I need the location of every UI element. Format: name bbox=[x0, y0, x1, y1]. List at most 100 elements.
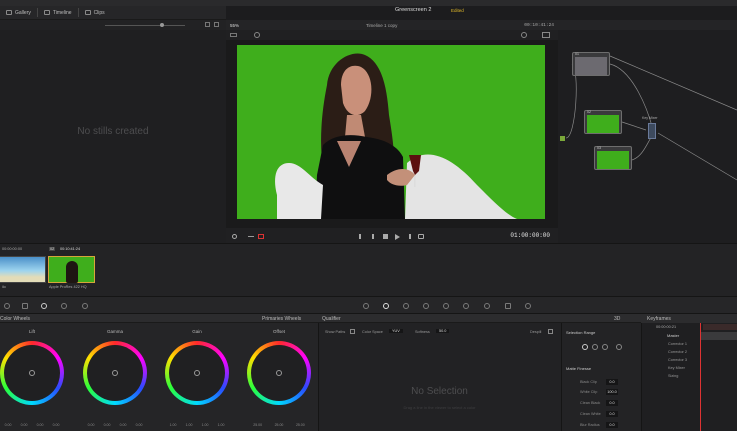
wheels-mode[interactable]: Primaries Wheels bbox=[262, 316, 301, 322]
tab-timeline[interactable]: Timeline bbox=[38, 6, 78, 20]
node-editor[interactable]: 01 02 03 Key Mixer bbox=[558, 30, 737, 243]
fullscreen-icon[interactable] bbox=[542, 32, 550, 38]
gain-wheel[interactable] bbox=[165, 341, 229, 405]
key-mixer-node[interactable] bbox=[648, 123, 656, 139]
magic-mask-icon[interactable] bbox=[443, 303, 449, 309]
loop-icon[interactable] bbox=[418, 234, 424, 239]
motion-effects-icon[interactable] bbox=[82, 303, 88, 309]
gamma-wheel[interactable] bbox=[83, 341, 147, 405]
clip1-timecode: 00:00:00:00 bbox=[2, 247, 23, 251]
color-wheels-icon[interactable] bbox=[41, 303, 47, 309]
viewer-image[interactable] bbox=[237, 45, 545, 219]
keyframe-playhead[interactable] bbox=[700, 323, 701, 431]
gallery-tab-bar: Gallery Timeline Clips bbox=[0, 6, 226, 20]
invert-icon[interactable] bbox=[616, 344, 622, 350]
list-view-icon[interactable] bbox=[214, 22, 219, 27]
color-wheels-header: Color Wheels Primaries Wheels bbox=[0, 314, 318, 323]
3d-icon[interactable] bbox=[525, 303, 531, 309]
sizing-icon[interactable] bbox=[505, 303, 511, 309]
node-thumbnail bbox=[575, 57, 607, 75]
wheel-center[interactable] bbox=[194, 370, 200, 376]
timeline-name[interactable]: Timeline 1 copy bbox=[366, 23, 397, 28]
stop-icon[interactable] bbox=[383, 234, 388, 239]
camera-raw-icon[interactable] bbox=[4, 303, 10, 309]
clip-strip: 00:00:00:00 02 00:10:41:24 ilo Apple Pro… bbox=[0, 243, 737, 296]
wheel-center[interactable] bbox=[276, 370, 282, 376]
keyframes-title: Keyframes bbox=[647, 316, 671, 322]
color-space-select[interactable]: YUV bbox=[389, 329, 403, 333]
window-icon[interactable] bbox=[403, 303, 409, 309]
gain-values: 1.00 1.00 1.00 1.00 bbox=[169, 423, 225, 427]
keyframes-timecode: 00:00:00:21 bbox=[656, 325, 677, 329]
clip2-timecode: 00:10:41:24 bbox=[60, 247, 81, 251]
blur-icon[interactable] bbox=[463, 303, 469, 309]
picker-plus-icon[interactable] bbox=[602, 344, 608, 350]
skip-back-icon[interactable] bbox=[359, 234, 366, 239]
dash-icon bbox=[248, 236, 254, 237]
picker-minus-icon[interactable] bbox=[592, 344, 598, 350]
zoom-level[interactable]: 55% bbox=[230, 23, 239, 28]
woman-greenscreen-image bbox=[237, 45, 545, 219]
show-paths-label: Show Paths bbox=[325, 330, 346, 334]
viewer-toolbar bbox=[226, 30, 558, 40]
grid-view-icon[interactable] bbox=[205, 22, 210, 27]
prev-frame-icon[interactable] bbox=[372, 234, 377, 239]
gallery-empty-text: No stills created bbox=[77, 126, 149, 137]
lift-wheel[interactable] bbox=[0, 341, 64, 405]
gear-icon[interactable] bbox=[521, 32, 527, 38]
gamma-values: 0.00 0.00 0.00 0.00 bbox=[87, 423, 143, 427]
picker-icon[interactable] bbox=[582, 344, 588, 350]
key-icon[interactable] bbox=[484, 303, 490, 309]
lift-label: Lift bbox=[28, 329, 35, 334]
wheel-center[interactable] bbox=[29, 370, 35, 376]
keyframe-ruler[interactable] bbox=[703, 324, 737, 330]
gallery-size-slider[interactable] bbox=[105, 25, 185, 26]
qualifier-mode[interactable]: 3D bbox=[614, 316, 620, 322]
viewer-transport: 01:00:00:00 bbox=[226, 228, 558, 244]
offset-values: 25.00 25.00 25.00 bbox=[253, 423, 305, 427]
palette-toolbar bbox=[0, 296, 737, 314]
clip2-number: 02 bbox=[49, 247, 56, 251]
tab-clips[interactable]: Clips bbox=[79, 6, 111, 20]
gallery-toolbar bbox=[0, 20, 226, 30]
qualifier-icon[interactable] bbox=[383, 303, 389, 309]
qualifier-hint: Drag a line in the viewer to select a co… bbox=[403, 405, 476, 410]
eyedropper-icon[interactable] bbox=[232, 234, 237, 239]
gamma-label: Gamma bbox=[106, 329, 123, 334]
input-source-node[interactable] bbox=[560, 136, 565, 141]
image-wipe-icon[interactable] bbox=[230, 33, 237, 37]
record-icon[interactable] bbox=[258, 234, 264, 239]
clip2-thumbnail[interactable] bbox=[48, 256, 95, 283]
softness-value[interactable]: 50.0 bbox=[436, 329, 450, 333]
rgb-mixer-icon[interactable] bbox=[61, 303, 67, 309]
clip1-thumbnail[interactable] bbox=[0, 256, 46, 283]
slider-handle[interactable] bbox=[160, 23, 164, 27]
wheel-center[interactable] bbox=[112, 370, 118, 376]
play-icon[interactable] bbox=[395, 234, 400, 240]
highlight-icon[interactable] bbox=[254, 32, 260, 38]
next-frame-icon[interactable] bbox=[406, 234, 411, 239]
color-match-icon[interactable] bbox=[22, 303, 28, 309]
keyframes-master: Master bbox=[667, 333, 680, 338]
project-status: Edited bbox=[451, 8, 464, 13]
offset-wheel[interactable] bbox=[247, 341, 311, 405]
offset-label: Offset bbox=[273, 329, 285, 334]
master-track[interactable] bbox=[701, 332, 737, 340]
selection-range-panel bbox=[561, 323, 641, 431]
node-corrector-3[interactable]: 03 bbox=[594, 146, 632, 170]
despill-checkbox[interactable] bbox=[548, 329, 553, 334]
matte-finesse-title: Matte Finesse bbox=[566, 366, 592, 371]
viewer-header: 55% Timeline 1 copy 00:10:41:24 bbox=[226, 20, 558, 30]
node-corrector-2[interactable]: 02 bbox=[584, 110, 622, 134]
qualifier-header: Qualifier 3D bbox=[318, 314, 641, 323]
tab-gallery[interactable]: Gallery bbox=[0, 6, 37, 20]
tracker-icon[interactable] bbox=[423, 303, 429, 309]
despill-label: Despill bbox=[530, 330, 542, 334]
show-paths-checkbox[interactable] bbox=[350, 329, 355, 334]
clip2-name: Apple ProRes 422 HQ bbox=[49, 285, 87, 289]
node-corrector-1[interactable]: 01 bbox=[572, 52, 610, 76]
selection-range-title: Selection Range bbox=[566, 330, 596, 335]
curves-icon[interactable] bbox=[363, 303, 369, 309]
no-selection-text: No Selection bbox=[411, 386, 468, 397]
gain-label: Gain bbox=[192, 329, 202, 334]
